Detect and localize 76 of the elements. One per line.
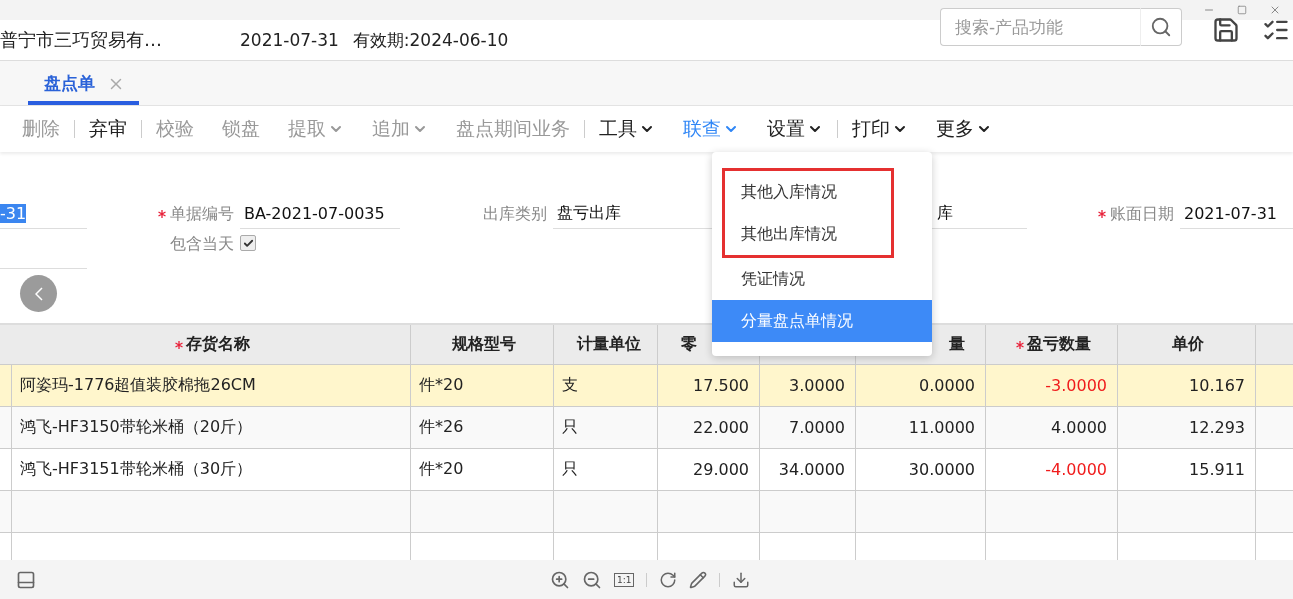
table-cell: -3.0000	[986, 365, 1118, 407]
required-icon	[175, 340, 183, 349]
column-header: 规格型号	[411, 325, 554, 365]
toolbar-button[interactable]: 工具	[585, 116, 669, 142]
table-cell	[0, 491, 12, 533]
rotate-icon[interactable]	[659, 570, 678, 589]
table-cell: 3.0000	[760, 365, 856, 407]
pencil-icon[interactable]	[689, 570, 708, 589]
field-label: 单据编号	[144, 199, 240, 229]
close-icon[interactable]	[1269, 4, 1281, 16]
table-cell: 件*26	[411, 407, 554, 449]
chevron-left-icon	[34, 286, 43, 301]
validity-date: 有效期:2024-06-10	[352, 28, 509, 52]
column-header: 盈亏数量	[986, 325, 1118, 365]
toolbar-button[interactable]: 设置	[753, 116, 837, 142]
table-cell: 阿姿玛-1776超值装胶棉拖26CM	[12, 365, 411, 407]
toolbar-button[interactable]: 联查	[669, 116, 753, 142]
table-cell: 4.0000	[986, 407, 1118, 449]
download-icon[interactable]	[732, 570, 751, 589]
row-marker-cell[interactable]	[0, 407, 12, 449]
table-cell: 鸿飞-HF3150带轮米桶（20斤）	[12, 407, 411, 449]
field-label: 账面日期	[1084, 199, 1180, 229]
warehouse-value: 库	[937, 203, 953, 224]
layout-icon[interactable]	[16, 569, 36, 590]
table-cell: 只	[554, 449, 658, 491]
table-cell: 17.500	[658, 365, 760, 407]
table-cell: 件*20	[411, 449, 554, 491]
search-icon	[1150, 16, 1172, 38]
table-cell: 29.000	[658, 449, 760, 491]
login-date: 2021-07-31	[240, 30, 339, 50]
menu-item[interactable]: 其他出库情况	[725, 213, 891, 255]
number-field[interactable]: BA-2021-07-0035	[240, 199, 400, 229]
table-cell: 鸿飞-HF3151带轮米桶（30斤）	[12, 449, 411, 491]
field-label: 包含当天	[169, 232, 235, 255]
menu-item[interactable]: 其他入库情况	[725, 171, 891, 213]
table-cell: 0.0000	[856, 365, 986, 407]
table-cell: 10.167	[1118, 365, 1256, 407]
table-cell: 15.911	[1118, 449, 1256, 491]
table-cell: 支	[554, 365, 658, 407]
zoom-in-icon[interactable]	[550, 569, 570, 590]
column-header: 计量单位	[554, 325, 658, 365]
table-cell: 11.0000	[856, 407, 986, 449]
required-icon	[1098, 210, 1106, 218]
search-field[interactable]: 搜索-产品功能	[940, 8, 1140, 46]
table-cell	[1256, 365, 1293, 407]
toolbar-button[interactable]: 更多	[922, 116, 1006, 142]
search-button[interactable]	[1140, 8, 1182, 46]
table-cell: 件*20	[411, 365, 554, 407]
required-icon	[158, 210, 166, 218]
include-today-checkbox[interactable]	[240, 235, 256, 251]
book-date-field[interactable]: 2021-07-31	[1180, 199, 1293, 229]
column-header: 单价	[1118, 325, 1256, 365]
company-name: 普宁市三巧贸易有…	[0, 28, 163, 52]
menu-item[interactable]: 凭证情况	[712, 258, 932, 300]
required-icon	[1015, 340, 1024, 349]
table-cell: 34.0000	[760, 449, 856, 491]
row-marker-cell[interactable]	[0, 449, 12, 491]
table-cell: 7.0000	[760, 407, 856, 449]
table-cell: -4.0000	[986, 449, 1118, 491]
date-field[interactable]: -31	[0, 199, 87, 229]
header-cell	[1256, 325, 1293, 365]
field-label: 出库类别	[482, 202, 548, 225]
table-cell	[1256, 491, 1293, 533]
table-cell: 30.0000	[856, 449, 986, 491]
table-cell	[1256, 407, 1293, 449]
checkmark-icon	[242, 237, 254, 249]
row-marker-cell[interactable]	[0, 365, 12, 407]
save-icon[interactable]	[1212, 16, 1240, 44]
toolbar-button[interactable]: 打印	[838, 116, 922, 142]
back-button[interactable]	[20, 275, 57, 312]
toolbar-button[interactable]: 弃审	[75, 116, 141, 142]
table-cell: 22.000	[658, 407, 760, 449]
zoom-out-icon[interactable]	[582, 569, 602, 590]
actual-size-button[interactable]: 1:1	[614, 572, 635, 587]
table-cell: 只	[554, 407, 658, 449]
table-cell: 12.293	[1118, 407, 1256, 449]
